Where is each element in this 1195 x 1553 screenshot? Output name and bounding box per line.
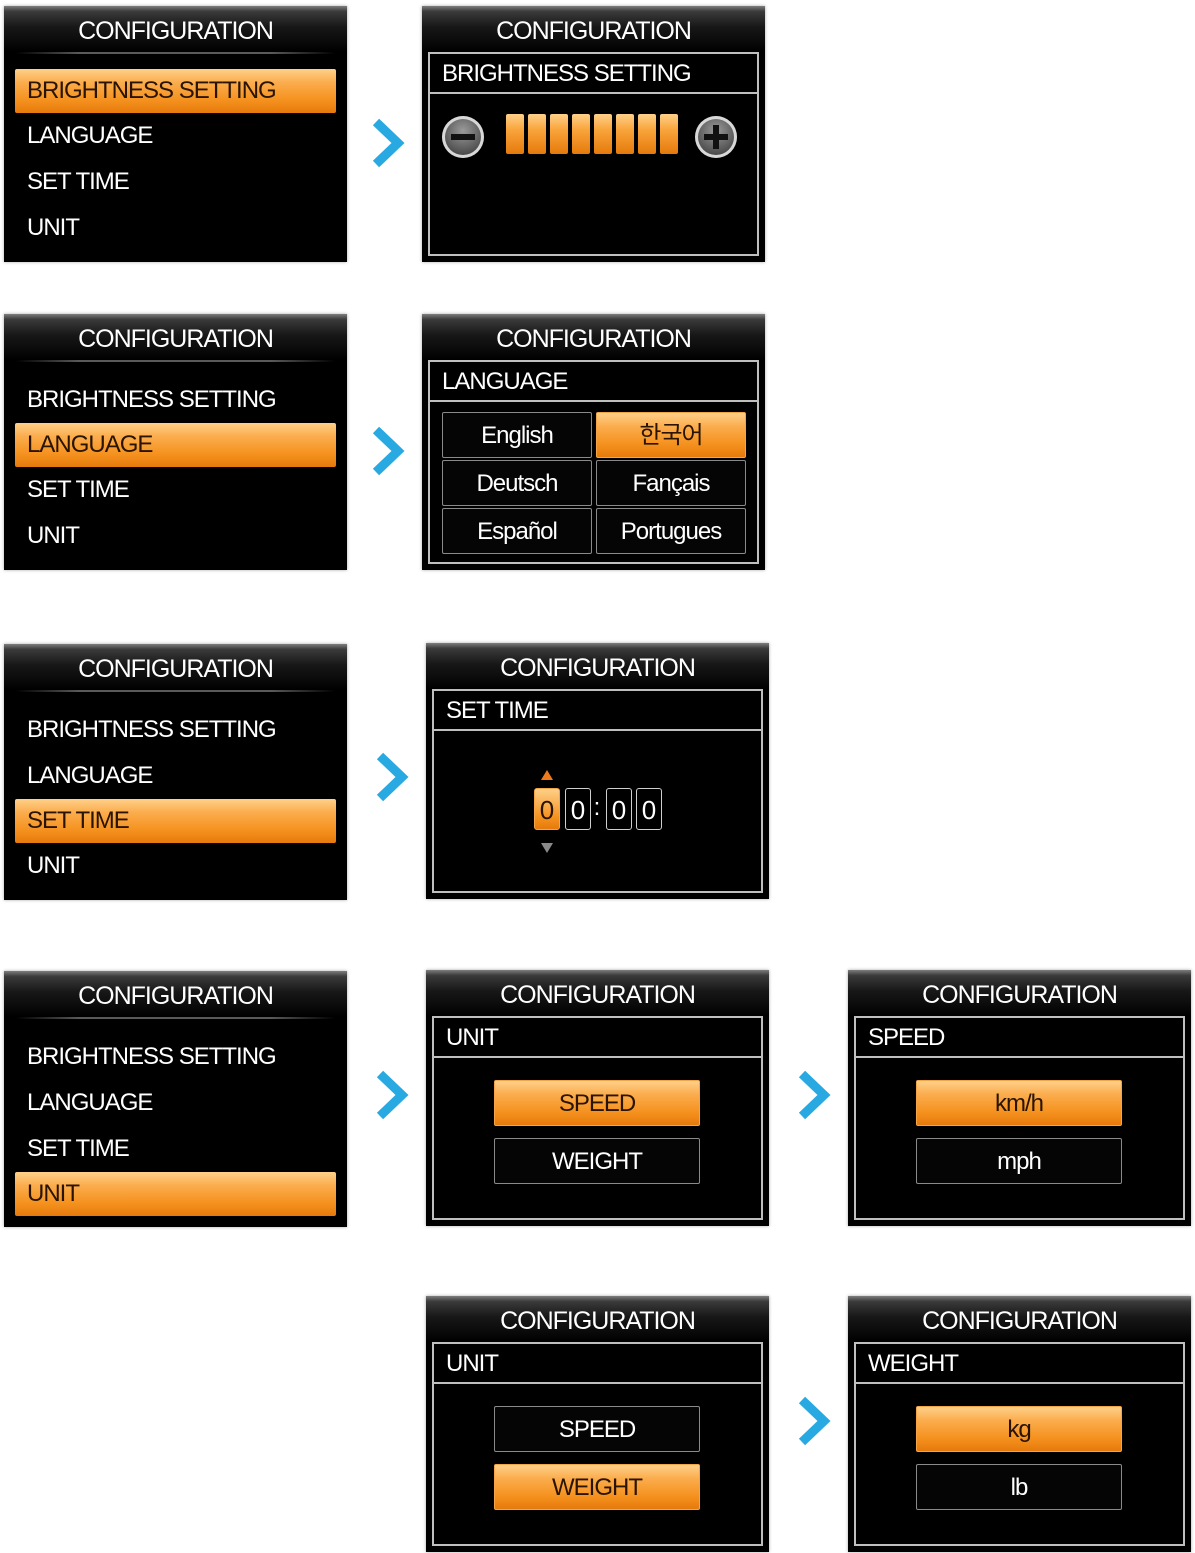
brightness-screen: CONFIGURATION BRIGHTNESS SETTING	[422, 6, 765, 262]
menu-item-unit[interactable]: UNIT	[4, 843, 347, 889]
menu-item-unit[interactable]: UNIT	[4, 513, 347, 559]
brightness-segment	[528, 114, 546, 154]
chevron-right-icon	[376, 752, 409, 802]
menu-item-set-time[interactable]: SET TIME	[4, 467, 347, 513]
set-time-screen: CONFIGURATION SET TIME 0 0 : 0 0	[426, 643, 769, 899]
unit-option-weight[interactable]: WEIGHT	[494, 1464, 700, 1510]
minus-circle-icon[interactable]	[442, 116, 484, 158]
time-digit-minute-tens[interactable]: 0	[606, 788, 632, 830]
brightness-segment	[638, 114, 656, 154]
menu-item-set-time[interactable]: SET TIME	[15, 799, 336, 843]
header-title: CONFIGURATION	[426, 1296, 769, 1342]
menu-item-set-time[interactable]: SET TIME	[4, 159, 347, 205]
menu-item-language[interactable]: LANGUAGE	[4, 113, 347, 159]
language-option-francais[interactable]: Fançais	[596, 460, 746, 506]
panel-title: UNIT	[434, 1018, 761, 1058]
panel-title: UNIT	[434, 1344, 761, 1384]
unit-option-weight[interactable]: WEIGHT	[494, 1138, 700, 1184]
speed-option-kmh[interactable]: km/h	[916, 1080, 1122, 1126]
panel-title: LANGUAGE	[430, 362, 757, 402]
chevron-right-icon	[372, 118, 405, 168]
header-title: CONFIGURATION	[422, 6, 765, 52]
unit-option-speed[interactable]: SPEED	[494, 1406, 700, 1452]
speed-panel: SPEED km/h mph	[854, 1016, 1185, 1220]
header-title: CONFIGURATION	[4, 314, 347, 360]
weight-screen: CONFIGURATION WEIGHT kg lb	[848, 1296, 1191, 1552]
brightness-segment	[550, 114, 568, 154]
menu-item-set-time[interactable]: SET TIME	[4, 1126, 347, 1172]
brightness-control	[442, 112, 752, 162]
header-title: CONFIGURATION	[848, 1296, 1191, 1342]
triangle-up-icon[interactable]	[540, 769, 554, 781]
unit-screen-speed-selected: CONFIGURATION UNIT SPEED WEIGHT	[426, 970, 769, 1226]
speed-option-mph[interactable]: mph	[916, 1138, 1122, 1184]
brightness-segment	[660, 114, 678, 154]
brightness-panel: BRIGHTNESS SETTING	[428, 52, 759, 256]
brightness-segment	[594, 114, 612, 154]
config-menu-set-time: CONFIGURATION BRIGHTNESS SETTING LANGUAG…	[4, 644, 347, 900]
language-option-portugues[interactable]: Portugues	[596, 508, 746, 554]
chevron-right-icon	[798, 1396, 831, 1446]
weight-option-kg[interactable]: kg	[916, 1406, 1122, 1452]
language-option-korean[interactable]: 한국어	[596, 412, 746, 458]
panel-title: WEIGHT	[856, 1344, 1183, 1384]
weight-panel: WEIGHT kg lb	[854, 1342, 1185, 1546]
weight-option-lb[interactable]: lb	[916, 1464, 1122, 1510]
menu-item-language[interactable]: LANGUAGE	[4, 1080, 347, 1126]
config-menu-language: CONFIGURATION BRIGHTNESS SETTING LANGUAG…	[4, 314, 347, 570]
menu-item-brightness[interactable]: BRIGHTNESS SETTING	[4, 1034, 347, 1080]
time-digit-hour-tens[interactable]: 0	[534, 788, 560, 830]
menu-item-brightness[interactable]: BRIGHTNESS SETTING	[4, 377, 347, 423]
time-input: 0 0 : 0 0	[534, 788, 674, 832]
time-digit-hour-ones[interactable]: 0	[565, 788, 591, 830]
plus-circle-icon[interactable]	[695, 116, 737, 158]
header-title: CONFIGURATION	[4, 6, 347, 52]
header-title: CONFIGURATION	[422, 314, 765, 360]
menu-item-brightness[interactable]: BRIGHTNESS SETTING	[4, 707, 347, 753]
unit-screen-weight-selected: CONFIGURATION UNIT SPEED WEIGHT	[426, 1296, 769, 1552]
unit-option-speed[interactable]: SPEED	[494, 1080, 700, 1126]
panel-title: BRIGHTNESS SETTING	[430, 54, 757, 94]
config-menu-brightness: CONFIGURATION BRIGHTNESS SETTING LANGUAG…	[4, 6, 347, 262]
unit-panel: UNIT SPEED WEIGHT	[432, 1016, 763, 1220]
language-option-deutsch[interactable]: Deutsch	[442, 460, 592, 506]
time-separator: :	[593, 794, 601, 821]
panel-title: SET TIME	[434, 691, 761, 731]
speed-screen: CONFIGURATION SPEED km/h mph	[848, 970, 1191, 1226]
chevron-right-icon	[798, 1070, 831, 1120]
header-title: CONFIGURATION	[4, 971, 347, 1017]
chevron-right-icon	[372, 426, 405, 476]
panel-title: SPEED	[856, 1018, 1183, 1058]
triangle-down-icon[interactable]	[540, 842, 554, 854]
menu-item-language[interactable]: LANGUAGE	[15, 423, 336, 467]
chevron-right-icon	[376, 1070, 409, 1120]
brightness-segment	[506, 114, 524, 154]
menu-item-language[interactable]: LANGUAGE	[4, 753, 347, 799]
header-title: CONFIGURATION	[4, 644, 347, 690]
header-title: CONFIGURATION	[426, 643, 769, 689]
menu-item-brightness[interactable]: BRIGHTNESS SETTING	[15, 69, 336, 113]
header-title: CONFIGURATION	[848, 970, 1191, 1016]
set-time-panel: SET TIME 0 0 : 0 0	[432, 689, 763, 893]
header-title: CONFIGURATION	[426, 970, 769, 1016]
language-panel: LANGUAGE English 한국어 Deutsch Fançais Esp…	[428, 360, 759, 564]
language-option-espanol[interactable]: Español	[442, 508, 592, 554]
language-screen: CONFIGURATION LANGUAGE English 한국어 Deuts…	[422, 314, 765, 570]
config-menu-unit: CONFIGURATION BRIGHTNESS SETTING LANGUAG…	[4, 971, 347, 1227]
time-digit-minute-ones[interactable]: 0	[636, 788, 662, 830]
menu-item-unit[interactable]: UNIT	[15, 1172, 336, 1216]
menu-item-unit[interactable]: UNIT	[4, 205, 347, 251]
unit-panel: UNIT SPEED WEIGHT	[432, 1342, 763, 1546]
language-option-english[interactable]: English	[442, 412, 592, 458]
brightness-segment	[572, 114, 590, 154]
brightness-segment	[616, 114, 634, 154]
